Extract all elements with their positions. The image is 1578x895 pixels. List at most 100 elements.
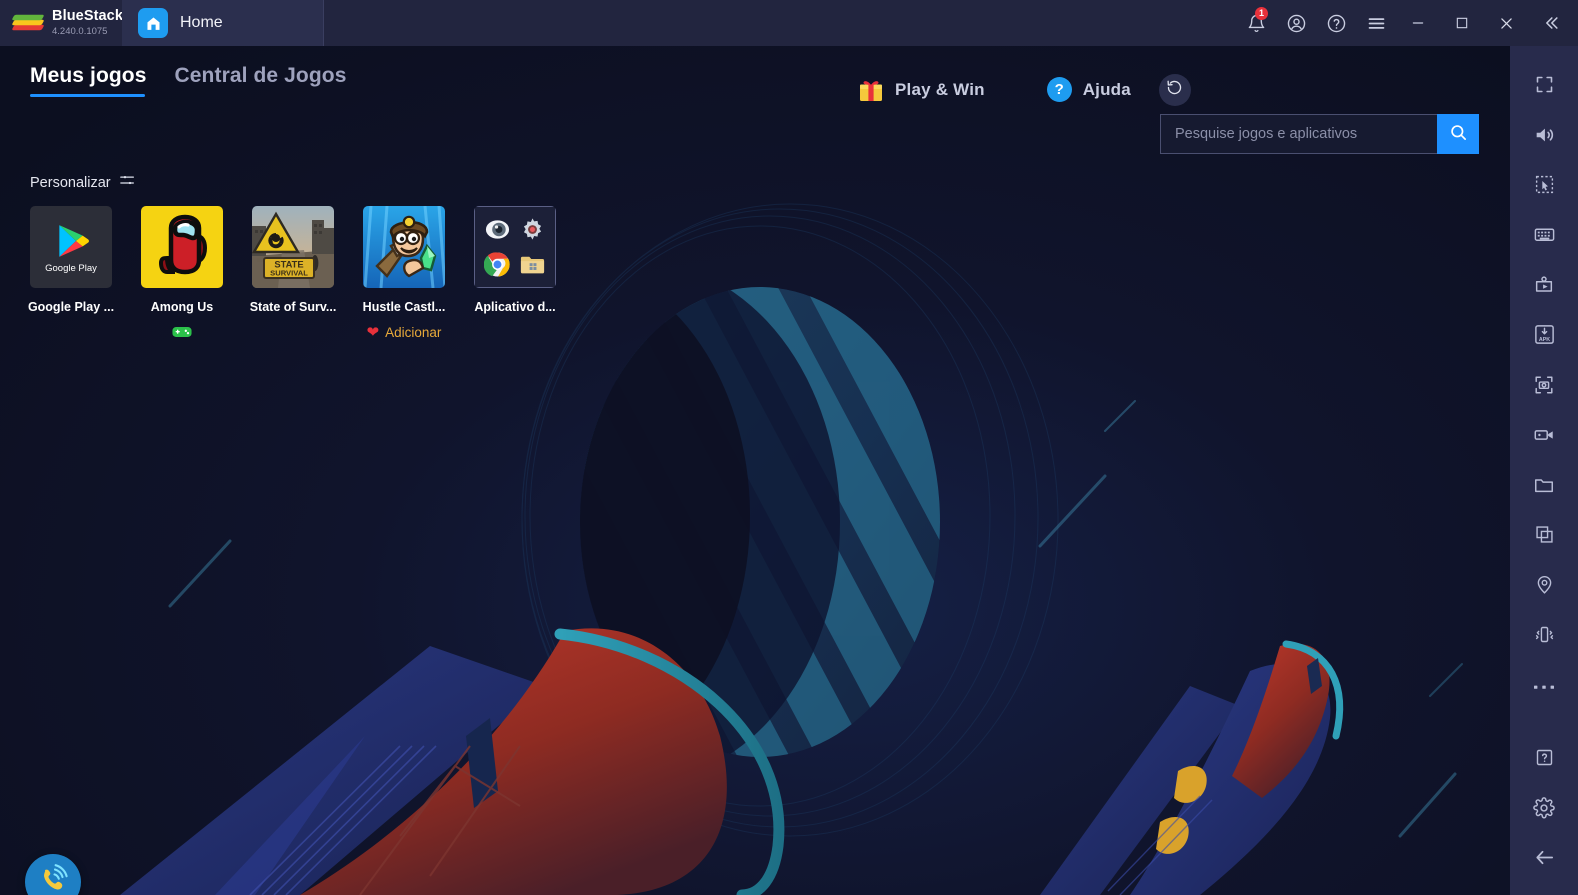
sidebar-shake[interactable] [1521, 612, 1567, 662]
gift-icon [858, 78, 884, 102]
sidebar-media-manager[interactable] [1521, 462, 1567, 512]
brand-version: 4.240.0.1075 [52, 25, 108, 37]
sidebar-screenshot[interactable] [1521, 362, 1567, 412]
search-button[interactable] [1437, 114, 1479, 154]
ajuda-button[interactable]: ? Ajuda [1037, 72, 1141, 107]
sidebar-settings[interactable] [1521, 785, 1567, 835]
sidebar-fullscreen[interactable] [1521, 62, 1567, 112]
app-tile-among-us[interactable]: Among Us [141, 206, 223, 341]
ellipsis-icon [1533, 678, 1555, 696]
rotate-counterclockwise-icon [1166, 79, 1183, 101]
chrome-icon [483, 251, 511, 278]
reset-button[interactable] [1158, 73, 1191, 106]
app-tile-hustle-castle[interactable]: Hustle Castl... ❤ Adicionar [363, 206, 445, 341]
sliders-icon [119, 174, 135, 192]
ajuda-label: Ajuda [1082, 79, 1131, 99]
folder-icon [1533, 474, 1555, 501]
state-of-survival-icon: STATE SURVIVAL [252, 206, 334, 288]
google-play-wordmark: Google Play [45, 262, 97, 274]
app-sub-row[interactable]: ❤ Adicionar [367, 323, 442, 341]
app-tile-state-of-survival[interactable]: STATE SURVIVAL State of Surv... [249, 206, 337, 341]
app-sub-row [172, 323, 192, 341]
eye-icon [484, 216, 511, 243]
play-and-win-label: Play & Win [895, 79, 985, 99]
adicionar-label: Adicionar [385, 324, 442, 340]
keyboard-icon [1533, 223, 1556, 251]
collapse-button[interactable] [1528, 0, 1574, 46]
sidebar-keyboard[interactable] [1521, 212, 1567, 262]
brand-name: BlueStacks [52, 8, 132, 25]
tab-central-de-jogos[interactable]: Central de Jogos [175, 64, 347, 97]
hustle-castle-icon [363, 206, 445, 288]
sidebar-location[interactable] [1521, 562, 1567, 612]
question-mark-badge: ? [1046, 77, 1072, 102]
question-box-icon [1534, 747, 1555, 773]
search-icon [1449, 123, 1468, 145]
app-label: Among Us [150, 300, 214, 314]
arrow-left-icon [1533, 846, 1556, 874]
sidebar-volume[interactable] [1521, 112, 1567, 162]
maximize-button[interactable] [1440, 0, 1484, 46]
sidebar-install-apk[interactable]: APK [1521, 312, 1567, 362]
app-grid: Google Play Google Play ... Among Us STA… [27, 206, 556, 341]
sidebar-multi-instance[interactable] [1521, 512, 1567, 562]
menu-button[interactable] [1356, 0, 1396, 46]
phone-signal-icon [36, 863, 70, 895]
bluestacks-window: BlueStacks 4.240.0.1075 Home 1 Meus jogo… [0, 0, 1578, 895]
window-tab-home[interactable]: Home [122, 0, 324, 46]
gear-icon [1533, 796, 1555, 824]
cursor-select-icon [1534, 174, 1555, 200]
help-button[interactable] [1316, 0, 1356, 46]
personalizar-button[interactable]: Personalizar [30, 174, 135, 192]
right-sidebar: APK [1510, 46, 1578, 895]
sidebar-help[interactable] [1521, 735, 1567, 785]
main-content: Meus jogos Central de Jogos Play & Win ?… [0, 46, 1510, 895]
sidebar-cursor[interactable] [1521, 162, 1567, 212]
among-us-icon [141, 206, 223, 288]
svg-text:APK: APK [1538, 337, 1549, 343]
close-button[interactable] [1484, 0, 1528, 46]
title-bar: BlueStacks 4.240.0.1075 Home 1 [0, 0, 1578, 46]
video-record-icon [1533, 424, 1555, 451]
app-tile-aplicativo-folder[interactable]: Aplicativo d... [474, 206, 556, 341]
app-brand: BlueStacks 4.240.0.1075 [0, 9, 131, 36]
game-controls-icon [1533, 274, 1555, 301]
window-tab-home-label: Home [180, 14, 223, 31]
personalizar-label: Personalizar [30, 175, 111, 191]
app-label: Hustle Castl... [362, 300, 446, 314]
account-button[interactable] [1276, 0, 1316, 46]
search-input[interactable] [1160, 114, 1437, 154]
fullscreen-icon [1534, 74, 1555, 100]
app-label: Google Play ... [27, 300, 115, 314]
app-folder-icon [474, 206, 556, 288]
sos-line2: SURVIVAL [270, 268, 308, 277]
screenshot-icon [1533, 374, 1555, 401]
minimize-button[interactable] [1396, 0, 1440, 46]
header-actions: Play & Win ? Ajuda [848, 72, 1191, 107]
notification-badge: 1 [1255, 7, 1268, 20]
window-controls: 1 [1236, 0, 1578, 46]
app-label: Aplicativo d... [474, 300, 556, 314]
app-tile-google-play[interactable]: Google Play Google Play ... [27, 206, 115, 341]
play-and-win-button[interactable]: Play & Win [848, 73, 995, 107]
shake-device-icon [1534, 624, 1555, 650]
heart-icon: ❤ [366, 323, 380, 341]
search-bar [1160, 114, 1479, 154]
app-label: State of Surv... [249, 300, 337, 314]
support-call-button[interactable] [25, 854, 81, 895]
sidebar-back[interactable] [1521, 835, 1567, 885]
gamepad-badge-icon [172, 325, 192, 339]
google-play-icon: Google Play [30, 206, 112, 288]
copy-windows-icon [1534, 524, 1555, 550]
section-tabs: Meus jogos Central de Jogos [30, 64, 346, 97]
apk-install-icon: APK [1533, 323, 1556, 351]
gear-icon [519, 216, 546, 243]
sidebar-more[interactable] [1521, 662, 1567, 712]
bluestacks-logo-icon [11, 10, 45, 36]
tab-meus-jogos[interactable]: Meus jogos [30, 64, 147, 97]
sidebar-record[interactable] [1521, 412, 1567, 462]
file-explorer-icon [519, 251, 546, 278]
notifications-button[interactable]: 1 [1236, 0, 1276, 46]
home-icon [138, 8, 168, 38]
sidebar-game-controls[interactable] [1521, 262, 1567, 312]
